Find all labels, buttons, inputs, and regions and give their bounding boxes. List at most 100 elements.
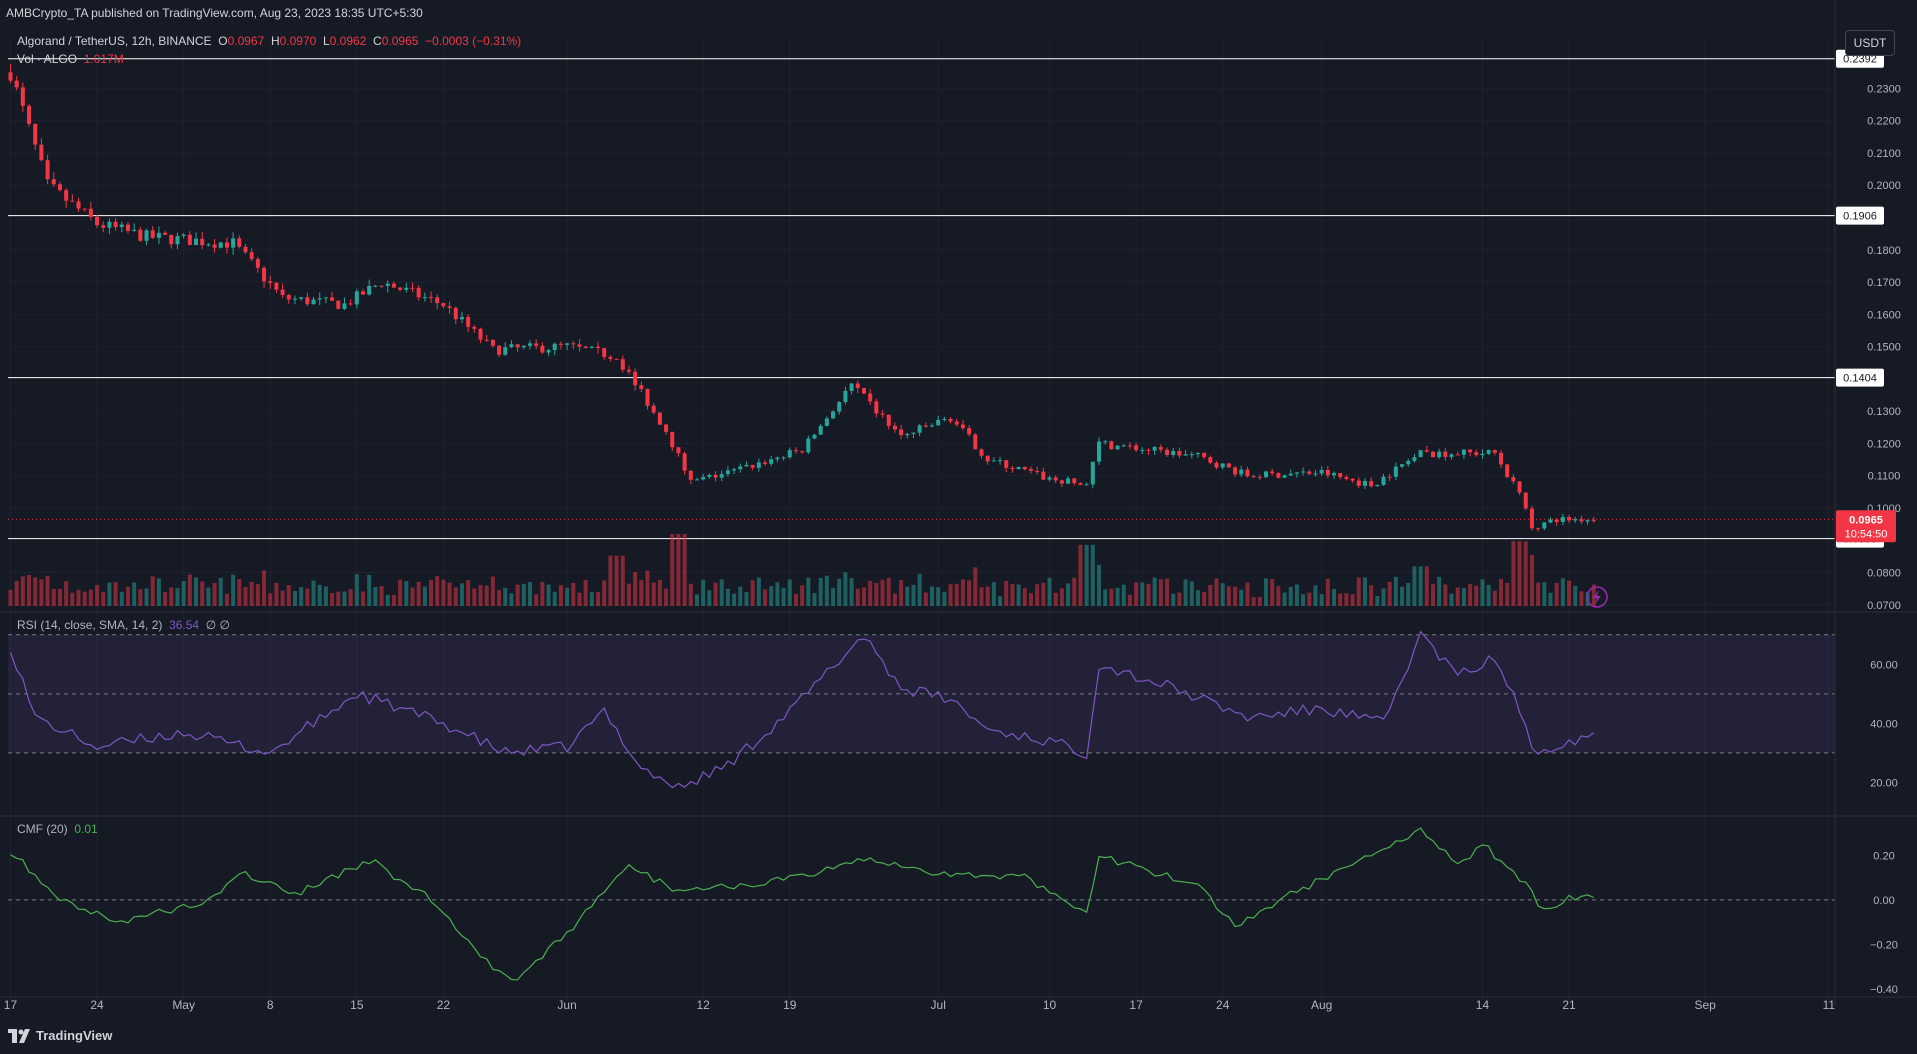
volume-legend[interactable]: Vol · ALGO 1.017M (17, 52, 124, 66)
volume-bar (1152, 577, 1157, 606)
volume-bar (589, 592, 594, 606)
candle-body (484, 339, 489, 341)
price-tick-label: 0.1300 (1867, 406, 1901, 418)
volume-bar (119, 591, 124, 606)
volume-bar (311, 580, 316, 606)
candle-body (812, 434, 817, 439)
volume-bar (280, 590, 285, 606)
price-tick-label: 0.0800 (1867, 568, 1901, 580)
volume-bar (806, 577, 811, 606)
volume-bar (713, 582, 718, 606)
volume-bar (756, 577, 761, 606)
volume-bar (1016, 584, 1021, 606)
candle-body (212, 244, 217, 248)
volume-bar (1554, 582, 1559, 606)
candle-body (1195, 452, 1200, 455)
volume-bar (1307, 592, 1312, 606)
volume-bar (218, 577, 223, 606)
high-label: H (270, 34, 280, 48)
candle-body (732, 469, 737, 471)
candle-body (1492, 449, 1497, 453)
open-value: 0.0967 (227, 34, 265, 48)
candle-body (292, 298, 297, 300)
candle-body (1585, 520, 1590, 522)
candle-body (552, 343, 557, 351)
candle-body (1542, 522, 1547, 529)
chart-background (0, 0, 1917, 1054)
rsi-extra: ∅ ∅ (205, 618, 231, 632)
candle-body (472, 326, 477, 329)
volume-bar (1319, 594, 1324, 606)
time-tick-label: Aug (1311, 998, 1332, 1012)
volume-bar (1511, 541, 1516, 606)
cmf-legend[interactable]: CMF (20) 0.01 (17, 822, 98, 836)
candle-body (1084, 484, 1089, 486)
volume-bar (626, 583, 631, 606)
volume-bar (1301, 594, 1306, 606)
time-tick-label: Sep (1694, 998, 1716, 1012)
candle-body (286, 295, 291, 300)
volume-bar (651, 582, 656, 606)
candle-body (1375, 484, 1380, 487)
volume-bar (1529, 554, 1534, 606)
candle-body (367, 285, 372, 295)
volume-bar (1245, 582, 1250, 606)
candle-body (255, 259, 260, 268)
volume-bar (373, 587, 378, 606)
time-tick-label: 21 (1562, 998, 1576, 1012)
volume-bar (614, 555, 619, 606)
volume-bar (787, 579, 792, 606)
close-label: C (373, 34, 382, 48)
candle-body (1307, 471, 1312, 474)
candle-body (8, 72, 13, 81)
candle-body (51, 179, 56, 185)
volume-bar (1505, 582, 1510, 606)
candle-body (1158, 447, 1163, 450)
volume-bar (725, 588, 730, 606)
volume-bar (70, 592, 75, 606)
currency-button[interactable]: USDT (1845, 30, 1895, 56)
candle-body (1152, 447, 1157, 451)
volume-bar (57, 588, 62, 606)
volume-bar (76, 589, 81, 606)
candle-body (1028, 469, 1033, 471)
chart-canvas[interactable]: 0.07000.08000.10000.11000.12000.13000.15… (0, 0, 1917, 1054)
volume-bar (1369, 585, 1374, 606)
candle-body (1319, 469, 1324, 474)
tradingview-footer[interactable]: TradingView (8, 1028, 112, 1043)
candle-body (262, 267, 267, 282)
volume-bar (948, 584, 953, 606)
candle-body (274, 282, 279, 290)
candle-body (1480, 453, 1485, 456)
candle-body (558, 343, 563, 345)
candle-body (930, 425, 935, 427)
candle-body (410, 287, 415, 289)
volume-bar (521, 583, 526, 606)
candle-body (1146, 449, 1151, 451)
volume-bar (936, 587, 941, 606)
time-tick-label: 17 (1129, 998, 1143, 1012)
symbol-legend[interactable]: Algorand / TetherUS, 12h, BINANCE O0.096… (17, 34, 521, 48)
rsi-legend[interactable]: RSI (14, close, SMA, 14, 2) 36.54 ∅ ∅ (17, 618, 230, 632)
volume-bar (676, 534, 681, 606)
candle-body (336, 300, 341, 309)
candle-body (1245, 469, 1250, 477)
volume-bar (892, 593, 897, 606)
candle-body (132, 229, 137, 231)
candle-body (57, 184, 62, 191)
volume-bar (1233, 586, 1238, 606)
candle-body (1096, 441, 1102, 462)
volume-bar (441, 579, 446, 606)
volume-bar (1158, 579, 1163, 606)
candle-body (998, 460, 1003, 462)
volume-bar (305, 588, 310, 606)
volume-bar (1103, 589, 1108, 606)
candle-body (1313, 473, 1318, 475)
volume-bar (738, 586, 743, 606)
candle-body (64, 190, 69, 201)
volume-bar (1350, 594, 1355, 606)
candle-body (1202, 452, 1207, 458)
volume-bar (1461, 588, 1466, 606)
candle-body (101, 225, 106, 228)
candle-body (633, 371, 638, 386)
